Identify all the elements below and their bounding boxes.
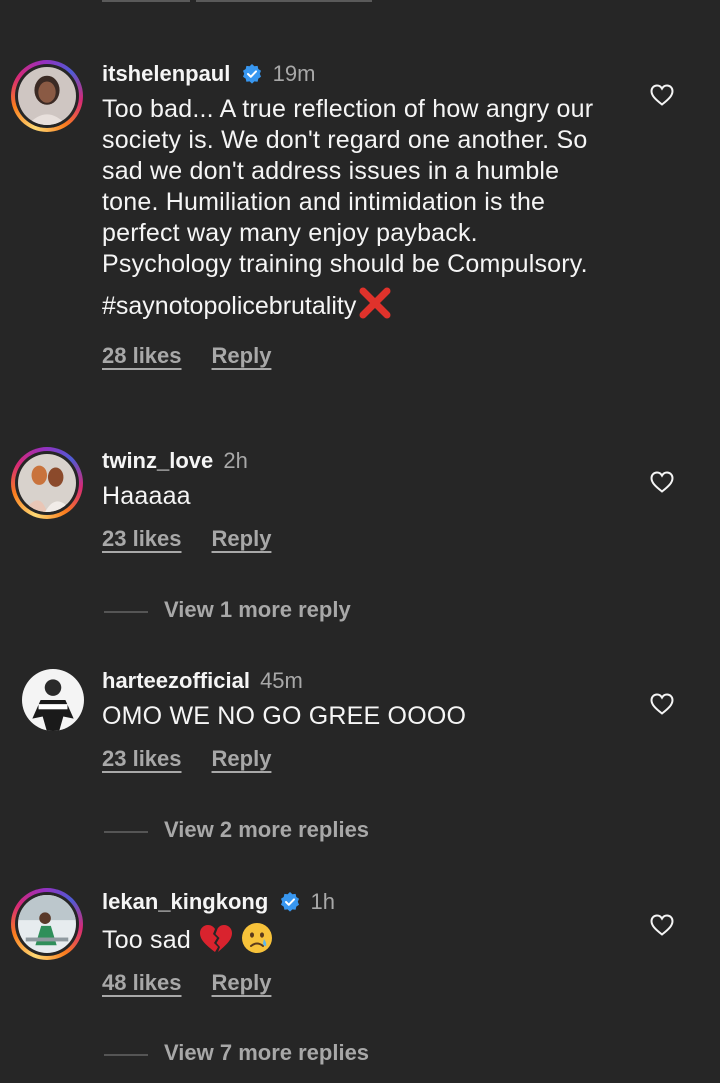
avatar[interactable] xyxy=(11,888,83,960)
comment-text: Too sad xyxy=(102,926,191,954)
comment-item: lekan_kingkong 1h Too sad 48 likes Reply xyxy=(0,888,720,1008)
heart-outline-icon[interactable] xyxy=(650,914,674,936)
comment-text-line: Too sad xyxy=(102,922,622,956)
comment-actions: 23 likes Reply xyxy=(102,526,622,552)
reply-button[interactable]: Reply xyxy=(212,526,272,551)
comment-actions: 48 likes Reply xyxy=(102,970,622,996)
view-replies-divider xyxy=(104,831,148,833)
avatar[interactable] xyxy=(11,447,83,519)
comment-text: Too bad... A true reflection of how angr… xyxy=(102,95,594,278)
view-replies-label: View 2 more replies xyxy=(164,817,370,842)
view-replies-label: View 1 more reply xyxy=(164,597,351,622)
avatar-image xyxy=(22,669,84,731)
comment-header: lekan_kingkong 1h xyxy=(102,888,622,916)
username-link[interactable]: twinz_love xyxy=(102,448,213,473)
avatar-image xyxy=(18,454,76,512)
hashtag-link[interactable]: #saynotopolicebrutality xyxy=(102,292,356,320)
crying-face-emoji xyxy=(241,923,272,953)
avatar-image xyxy=(18,67,76,125)
comment-actions: 23 likes Reply xyxy=(102,746,622,772)
comment-text: Haaaaa xyxy=(102,482,191,510)
verified-badge-icon xyxy=(281,892,300,912)
verified-badge-icon xyxy=(243,64,262,84)
username-link[interactable]: harteezofficial xyxy=(102,668,250,693)
heart-outline-icon[interactable] xyxy=(650,84,674,106)
comment-time: 45m xyxy=(260,668,303,693)
view-replies-button[interactable]: View 7 more replies xyxy=(104,1040,604,1070)
comment-time: 2h xyxy=(223,448,248,473)
likes-count[interactable]: 23 likes xyxy=(102,526,182,551)
comment-time: 19m xyxy=(272,61,316,86)
heart-outline-icon[interactable] xyxy=(650,471,674,493)
likes-count[interactable]: 23 likes xyxy=(102,746,182,771)
reply-button[interactable]: Reply xyxy=(212,746,272,771)
view-replies-button[interactable]: View 2 more replies xyxy=(104,817,604,847)
comment-text: OMO WE NO GO GREE OOOO xyxy=(102,702,467,730)
likes-count[interactable]: 28 likes xyxy=(102,343,182,368)
username-link[interactable]: itshelenpaul xyxy=(102,61,230,86)
avatar[interactable] xyxy=(22,669,84,731)
comment-header: itshelenpaul 19m xyxy=(102,60,622,88)
likes-count[interactable]: 48 likes xyxy=(102,970,182,995)
view-replies-divider xyxy=(104,611,148,613)
cutoff-reply-stub xyxy=(196,0,372,2)
username-link[interactable]: lekan_kingkong xyxy=(102,889,268,914)
hashtag-line: #saynotopolicebrutality xyxy=(102,286,622,323)
view-replies-label: View 7 more replies xyxy=(164,1040,370,1065)
comment-item: harteezofficial 45m OMO WE NO GO GREE OO… xyxy=(0,667,720,777)
comment-item: twinz_love 2h Haaaaa 23 likes Reply xyxy=(0,447,720,557)
comment-header: twinz_love 2h xyxy=(102,447,622,475)
heart-outline-icon[interactable] xyxy=(650,693,674,715)
avatar-image xyxy=(18,895,76,953)
reply-button[interactable]: Reply xyxy=(212,970,272,995)
cutoff-likes-stub xyxy=(102,0,190,2)
comment-header: harteezofficial 45m xyxy=(102,667,622,695)
view-replies-button[interactable]: View 1 more reply xyxy=(104,597,604,627)
avatar[interactable] xyxy=(11,60,83,132)
comment-time: 1h xyxy=(310,889,336,914)
view-replies-divider xyxy=(104,1054,148,1056)
comment-actions: 28 likes Reply xyxy=(102,343,622,369)
reply-button[interactable]: Reply xyxy=(212,343,272,368)
broken-heart-emoji xyxy=(199,925,232,952)
comment-item: itshelenpaul 19m Too bad... A true refle… xyxy=(0,60,720,410)
cross-mark-emoji xyxy=(359,287,391,319)
